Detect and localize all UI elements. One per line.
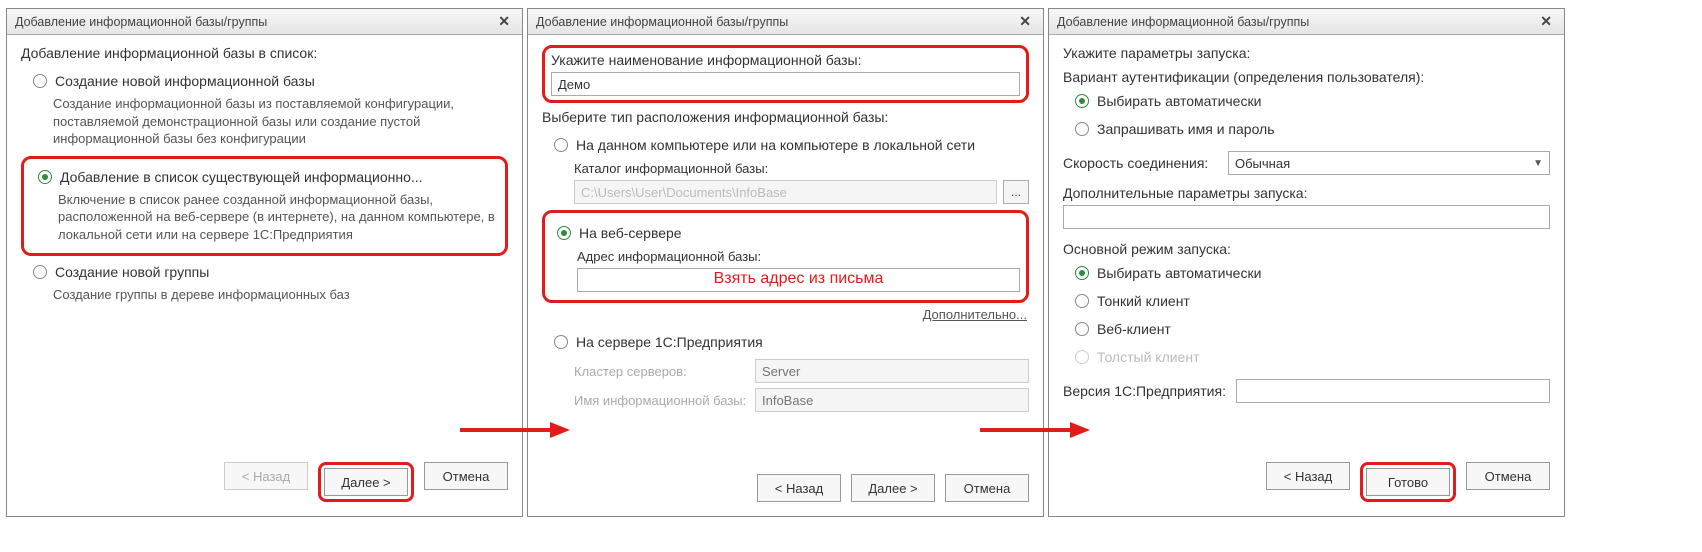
dialog-step3: Добавление информационной базы/группы ✕ … xyxy=(1048,8,1565,517)
highlight-done: Готово xyxy=(1360,462,1456,502)
option-mode-thin[interactable]: Тонкий клиент xyxy=(1073,289,1550,313)
option-label: Создание новой информационной базы xyxy=(55,73,315,89)
titlebar: Добавление информационной базы/группы ✕ xyxy=(528,9,1043,35)
cancel-button[interactable]: Отмена xyxy=(424,462,508,490)
option-mode-thick: Толстый клиент xyxy=(1073,345,1550,369)
option-label: Добавление в список существующей информа… xyxy=(60,169,423,185)
cluster-label: Кластер серверов: xyxy=(574,364,749,379)
close-icon[interactable]: ✕ xyxy=(1536,13,1556,30)
speed-label: Скорость соединения: xyxy=(1063,155,1218,171)
next-button[interactable]: Далее > xyxy=(324,468,408,496)
option-label: Тонкий клиент xyxy=(1097,293,1190,309)
option-label: На данном компьютере или на компьютере в… xyxy=(576,137,975,153)
option-mode-auto[interactable]: Выбирать автоматически xyxy=(1073,261,1550,285)
footer: < Назад Готово Отмена xyxy=(1049,452,1564,516)
footer: < Назад Далее > Отмена xyxy=(528,464,1043,516)
name-input[interactable] xyxy=(551,72,1020,96)
option-add-existing[interactable]: Добавление в список существующей информа… xyxy=(36,165,501,189)
ibname-input xyxy=(755,388,1029,412)
params-input[interactable] xyxy=(1063,205,1550,229)
window-title: Добавление информационной базы/группы xyxy=(536,15,788,29)
catalog-input xyxy=(574,180,997,204)
radio-icon xyxy=(33,74,47,88)
option-auth-ask[interactable]: Запрашивать имя и пароль xyxy=(1073,117,1550,141)
radio-icon xyxy=(1075,266,1089,280)
highlight-web: На веб-сервере Адрес информационной базы… xyxy=(542,210,1029,303)
cancel-button[interactable]: Отмена xyxy=(1466,462,1550,490)
radio-icon xyxy=(1075,122,1089,136)
catalog-label: Каталог информационной базы: xyxy=(574,161,1029,176)
name-label: Укажите наименование информационной базы… xyxy=(551,52,1020,68)
browse-button[interactable]: ... xyxy=(1003,180,1029,204)
option-server[interactable]: На сервере 1С:Предприятия xyxy=(552,330,1029,354)
option-mode-web[interactable]: Веб-клиент xyxy=(1073,317,1550,341)
cluster-input xyxy=(755,359,1029,383)
type-label: Выберите тип расположения информационной… xyxy=(542,109,1029,125)
close-icon[interactable]: ✕ xyxy=(494,13,514,30)
option-label: Запрашивать имя и пароль xyxy=(1097,121,1275,137)
advanced-link[interactable]: Дополнительно... xyxy=(923,307,1027,322)
option-auth-auto[interactable]: Выбирать автоматически xyxy=(1073,89,1550,113)
option-label: На веб-сервере xyxy=(579,225,682,241)
option-web[interactable]: На веб-сервере xyxy=(555,221,1020,245)
web-addr-input[interactable] xyxy=(577,268,1020,292)
option-label: Толстый клиент xyxy=(1097,349,1200,365)
radio-icon xyxy=(38,170,52,184)
done-button[interactable]: Готово xyxy=(1366,468,1450,496)
radio-icon xyxy=(1075,94,1089,108)
radio-icon xyxy=(554,335,568,349)
option-desc: Включение в список ранее созданной инфор… xyxy=(58,191,501,244)
radio-icon xyxy=(554,138,568,152)
back-button[interactable]: < Назад xyxy=(1266,462,1350,490)
option-label: Выбирать автоматически xyxy=(1097,93,1261,109)
speed-select[interactable]: Обычная ▼ xyxy=(1228,151,1550,175)
version-label: Версия 1С:Предприятия: xyxy=(1063,383,1226,399)
dialog-step1: Добавление информационной базы/группы ✕ … xyxy=(6,8,523,517)
radio-icon xyxy=(557,226,571,240)
close-icon[interactable]: ✕ xyxy=(1015,13,1035,30)
speed-value: Обычная xyxy=(1235,156,1290,171)
radio-icon xyxy=(1075,322,1089,336)
chevron-down-icon: ▼ xyxy=(1533,158,1543,169)
option-label: Создание новой группы xyxy=(55,264,209,280)
highlight-next: Далее > xyxy=(318,462,414,502)
back-button: < Назад xyxy=(224,462,308,490)
auth-label: Вариант аутентификации (определения поль… xyxy=(1063,69,1550,85)
radio-icon xyxy=(33,265,47,279)
titlebar: Добавление информационной базы/группы ✕ xyxy=(1049,9,1564,35)
heading-add: Добавление информационной базы в список: xyxy=(21,45,508,61)
highlight-existing: Добавление в список существующей информа… xyxy=(21,156,508,257)
option-create-group[interactable]: Создание новой группы xyxy=(31,260,508,284)
radio-icon xyxy=(1075,294,1089,308)
window-title: Добавление информационной базы/группы xyxy=(15,15,267,29)
version-input[interactable] xyxy=(1236,379,1550,403)
option-label: На сервере 1С:Предприятия xyxy=(576,334,763,350)
next-button[interactable]: Далее > xyxy=(851,474,935,502)
cancel-button[interactable]: Отмена xyxy=(945,474,1029,502)
window-title: Добавление информационной базы/группы xyxy=(1057,15,1309,29)
dialog-step2: Добавление информационной базы/группы ✕ … xyxy=(527,8,1044,517)
ibname-label: Имя информационной базы: xyxy=(574,393,749,408)
heading-params: Укажите параметры запуска: xyxy=(1063,45,1550,61)
highlight-name: Укажите наименование информационной базы… xyxy=(542,45,1029,103)
option-desc: Создание информационной базы из поставля… xyxy=(53,95,508,148)
back-button[interactable]: < Назад xyxy=(757,474,841,502)
titlebar: Добавление информационной базы/группы ✕ xyxy=(7,9,522,35)
option-label: Выбирать автоматически xyxy=(1097,265,1261,281)
option-create-new[interactable]: Создание новой информационной базы xyxy=(31,69,508,93)
web-addr-label: Адрес информационной базы: xyxy=(577,249,1020,264)
footer: < Назад Далее > Отмена xyxy=(7,452,522,516)
params-label: Дополнительные параметры запуска: xyxy=(1063,185,1550,201)
option-desc: Создание группы в дереве информационных … xyxy=(53,286,508,304)
option-label: Веб-клиент xyxy=(1097,321,1171,337)
radio-icon xyxy=(1075,350,1089,364)
option-local[interactable]: На данном компьютере или на компьютере в… xyxy=(552,133,1029,157)
mode-label: Основной режим запуска: xyxy=(1063,241,1550,257)
